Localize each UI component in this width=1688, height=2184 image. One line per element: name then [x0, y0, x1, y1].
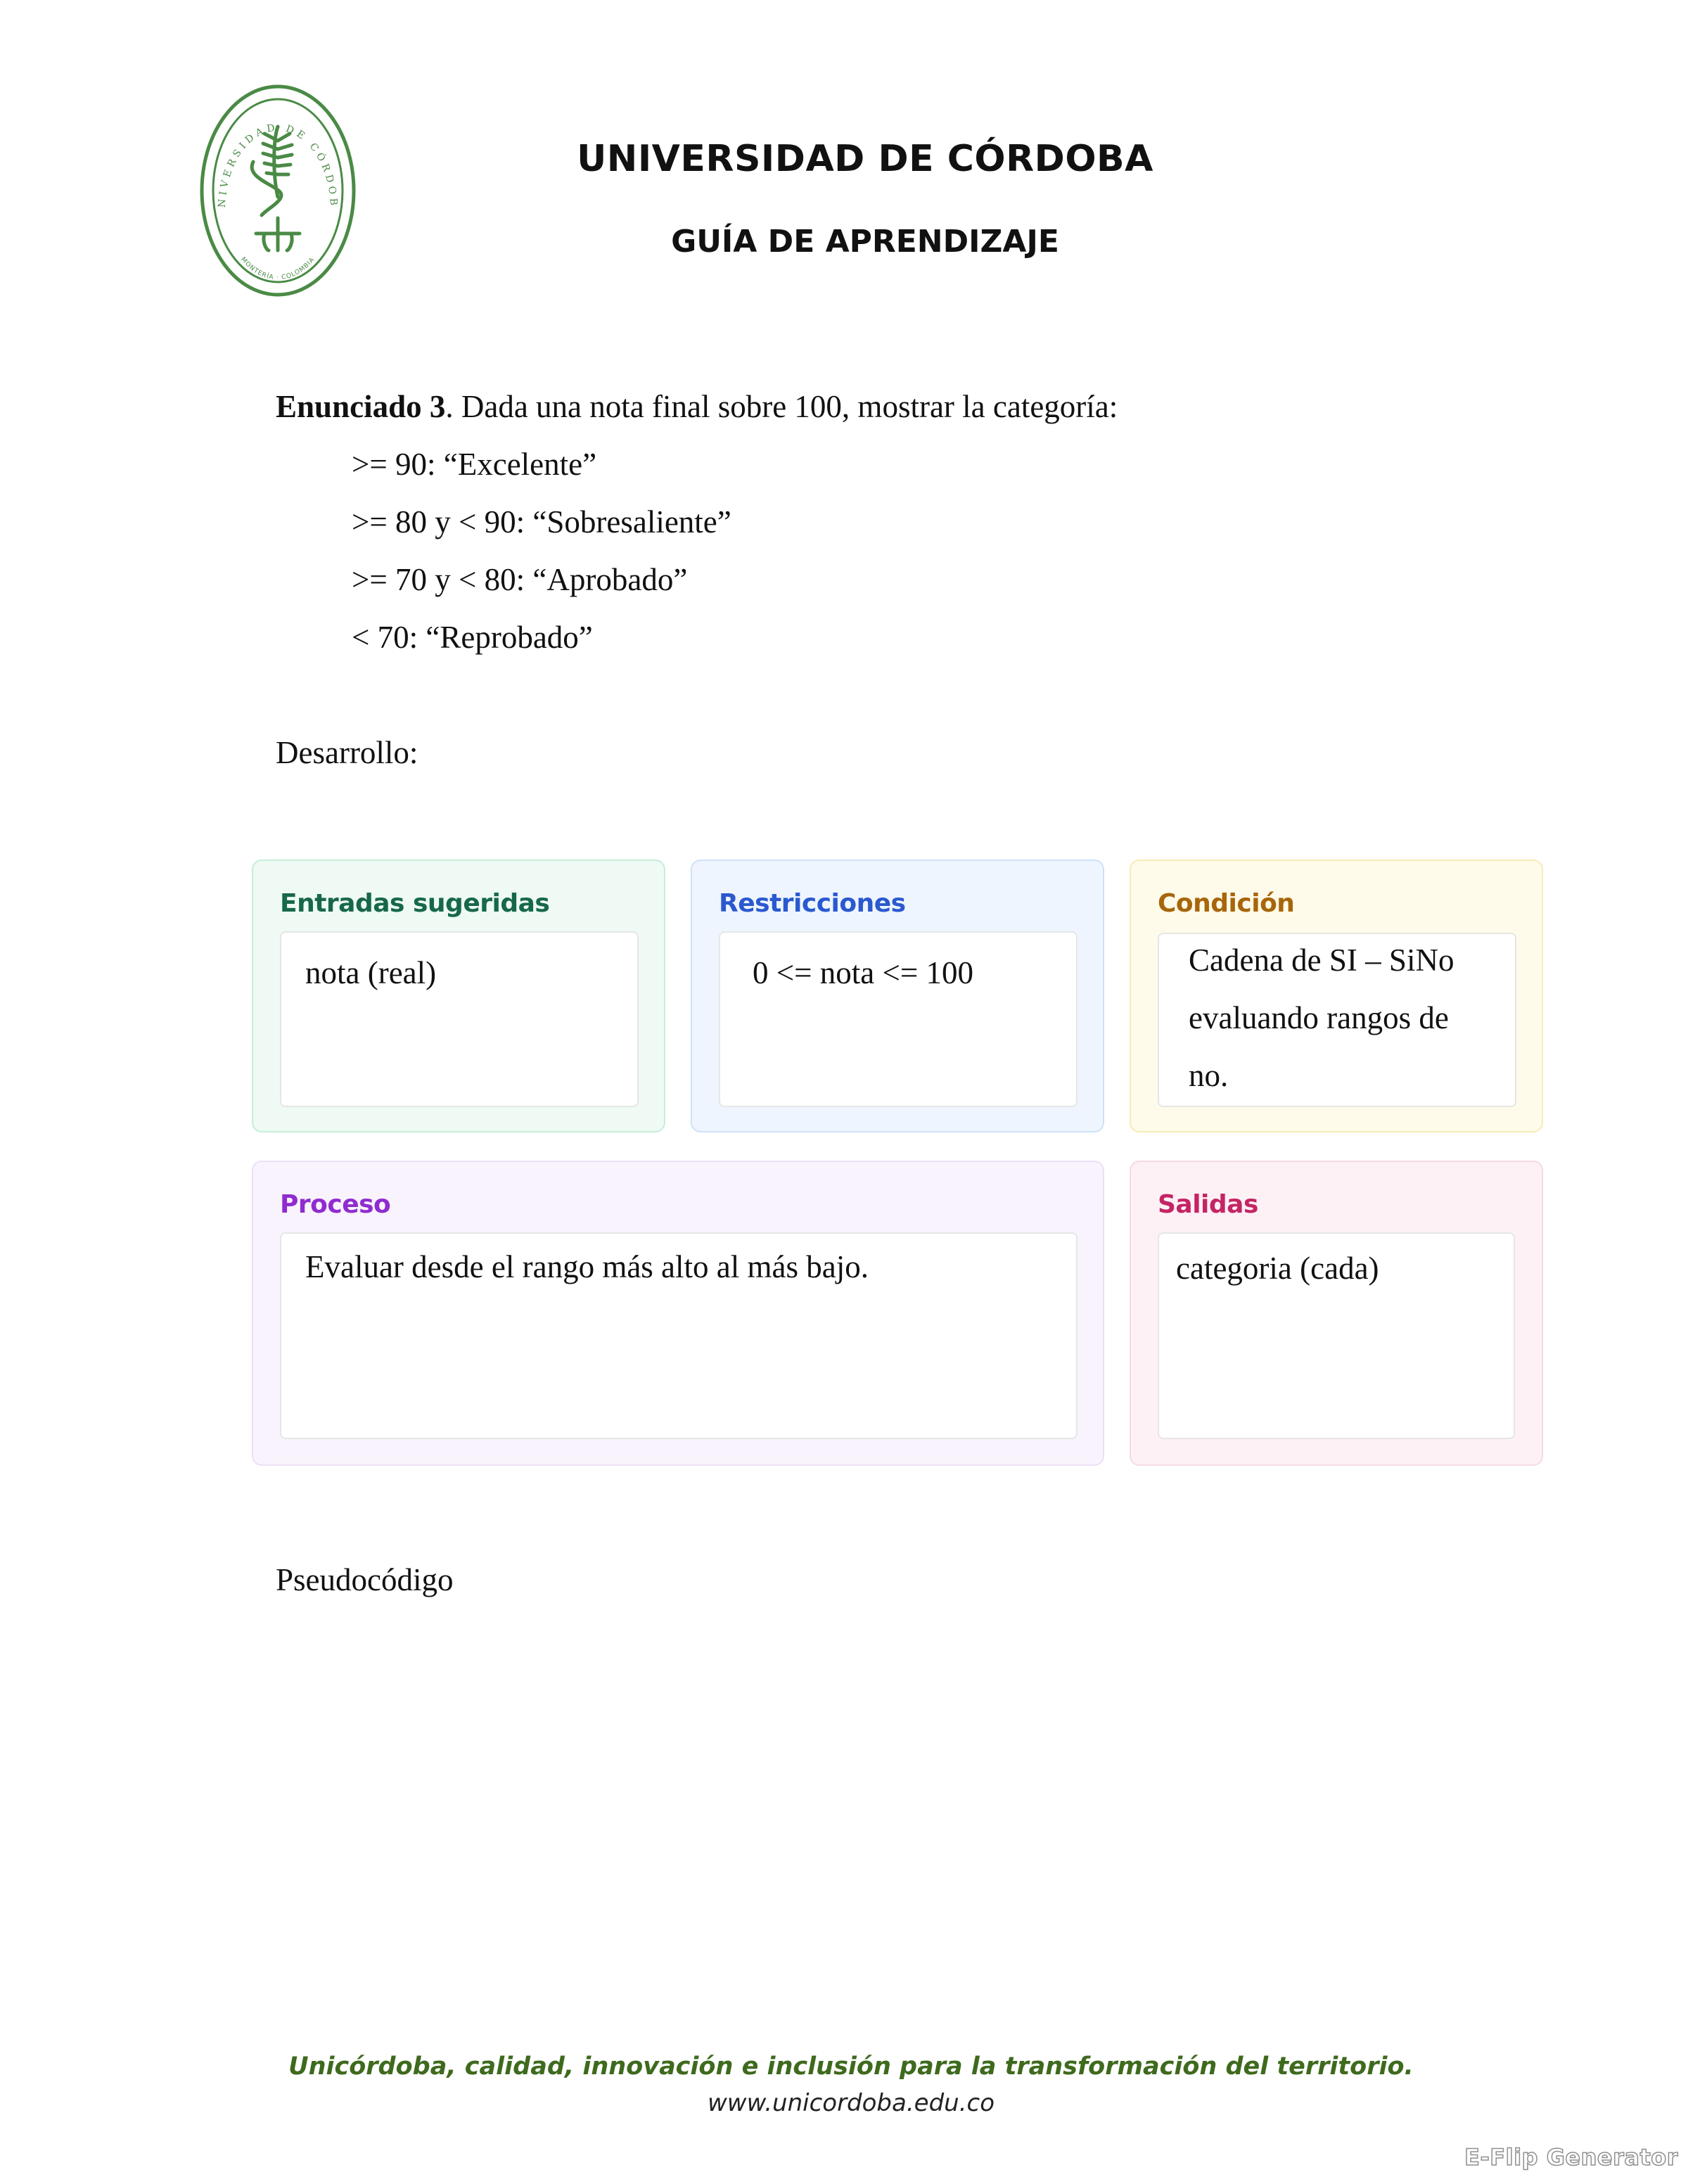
inputs-content: nota (real)	[305, 955, 437, 990]
process-card: Proceso Evaluar desde el rango más alto …	[252, 1161, 1104, 1466]
category-item: >= 90: “Excelente”	[352, 447, 597, 482]
outputs-content-box: categoria (cada)	[1158, 1232, 1515, 1439]
process-content-box: Evaluar desde el rango más alto al más b…	[280, 1232, 1078, 1439]
condition-line: evaluando rangos de	[1189, 1000, 1449, 1035]
condition-line: Cadena de SI – SiNo	[1189, 943, 1454, 978]
process-content: Evaluar desde el rango más alto al más b…	[305, 1249, 869, 1284]
inputs-card-title: Entradas sugeridas	[280, 889, 550, 918]
category-item: < 70: “Reprobado”	[352, 620, 593, 655]
restrictions-card-title: Restricciones	[719, 889, 906, 918]
inputs-content-box: nota (real)	[280, 931, 639, 1107]
restrictions-content: 0 <= nota <= 100	[753, 955, 973, 990]
condition-card: Condición Cadena de SI – SiNo evaluando …	[1130, 860, 1543, 1132]
university-name: UNIVERSIDAD DE CÓRDOBA	[577, 138, 1153, 180]
condition-card-title: Condición	[1158, 889, 1295, 918]
inputs-card: Entradas sugeridas nota (real)	[252, 860, 665, 1132]
statement-paragraph: Enunciado 3. Dada una nota final sobre 1…	[276, 385, 1118, 428]
watermark-text: E-Flip Generator	[1464, 2143, 1678, 2171]
outputs-card: Salidas categoria (cada)	[1130, 1161, 1543, 1466]
outputs-content: categoria (cada)	[1176, 1251, 1379, 1286]
process-card-title: Proceso	[280, 1190, 391, 1219]
statement-label: Enunciado 3	[276, 389, 446, 424]
condition-content-box: Cadena de SI – SiNo evaluando rangos de …	[1158, 933, 1516, 1107]
category-item: >= 80 y < 90: “Sobresaliente”	[352, 504, 731, 539]
footer-url: www.unicordoba.edu.co	[707, 2089, 995, 2117]
footer-slogan: Unicórdoba, calidad, innovación e inclus…	[288, 2052, 1414, 2081]
statement-text: . Dada una nota final sobre 100, mostrar…	[445, 389, 1118, 424]
svg-text:MONTERÍA · COLOMBIA: MONTERÍA · COLOMBIA	[239, 256, 316, 281]
guide-title: GUÍA DE APRENDIZAJE	[671, 224, 1059, 260]
development-label: Desarrollo:	[276, 735, 418, 770]
pseudocode-label: Pseudocódigo	[276, 1562, 454, 1597]
restrictions-card: Restricciones 0 <= nota <= 100	[691, 860, 1104, 1132]
category-item: >= 70 y < 80: “Aprobado”	[352, 562, 688, 597]
restrictions-content-box: 0 <= nota <= 100	[719, 931, 1078, 1107]
condition-line: no.	[1189, 1058, 1229, 1093]
outputs-card-title: Salidas	[1158, 1190, 1258, 1219]
university-seal-logo: UNIVERSIDAD DE CÓRDOBA MONTERÍA · COLOMB…	[200, 84, 356, 297]
